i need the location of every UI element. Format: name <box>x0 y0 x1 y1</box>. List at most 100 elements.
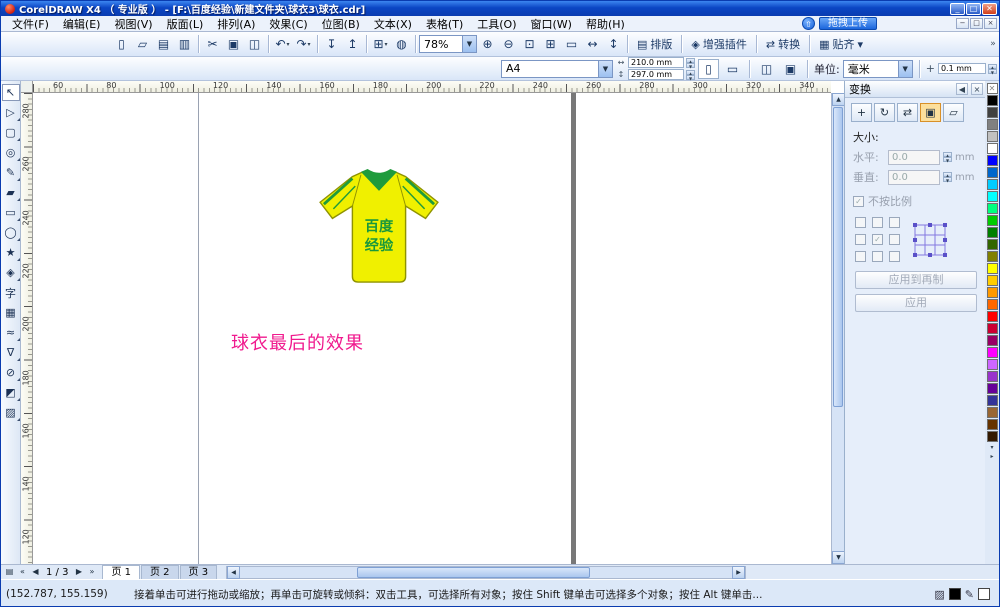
color-swatch[interactable] <box>987 191 998 202</box>
anchor-checkbox[interactable] <box>889 234 900 245</box>
save-button[interactable]: ▤ <box>153 34 174 54</box>
page-tab-页2[interactable]: 页 2 <box>141 565 179 579</box>
scroll-left-button[interactable]: ◀ <box>227 566 240 579</box>
transform-size-button[interactable]: ▣ <box>920 103 941 122</box>
smart-fill-tool[interactable]: ▰ <box>2 184 20 201</box>
document-restore-button[interactable]: □ <box>970 18 983 29</box>
apply-to-duplicate-button[interactable]: 应用到再制 <box>855 271 977 289</box>
color-swatch[interactable] <box>987 371 998 382</box>
menu-item-编[interactable]: 编辑(E) <box>56 15 108 33</box>
color-swatch[interactable] <box>987 251 998 262</box>
docker-collapse-button[interactable]: ◀ <box>956 83 968 95</box>
color-swatch[interactable] <box>987 167 998 178</box>
apply-all-pages-button[interactable]: ◫ <box>756 59 777 79</box>
color-swatch[interactable] <box>987 131 998 142</box>
color-swatch[interactable] <box>987 347 998 358</box>
color-swatch[interactable] <box>987 287 998 298</box>
last-page-button[interactable]: » <box>85 566 98 579</box>
menu-item-位[interactable]: 位图(B) <box>315 15 367 33</box>
color-swatch[interactable] <box>987 95 998 106</box>
anchor-checkbox[interactable] <box>855 251 866 262</box>
transform-skew-button[interactable]: ▱ <box>943 103 964 122</box>
color-swatch[interactable] <box>987 239 998 250</box>
horizontal-scroll-thumb[interactable] <box>357 567 590 578</box>
transform-scale-button[interactable]: ⇄ <box>897 103 918 122</box>
undo-button[interactable]: ↶▾ <box>272 34 293 54</box>
color-swatch[interactable] <box>987 275 998 286</box>
anchor-checkbox[interactable] <box>855 234 866 245</box>
welcome-screen-button[interactable]: ◍ <box>391 34 412 54</box>
zoom-level-select[interactable]: 78% ▼ <box>419 35 477 53</box>
zoom-selected-button[interactable]: ⊡ <box>519 34 540 54</box>
color-swatch[interactable] <box>987 203 998 214</box>
text-tool[interactable]: 字 <box>2 284 20 301</box>
palette-flyout-button[interactable]: ▸ <box>987 452 998 461</box>
transform-position-button[interactable]: + <box>851 103 872 122</box>
drag-upload-button[interactable]: 拖拽上传 <box>819 17 877 30</box>
ellipse-tool[interactable]: ◯ <box>2 224 20 241</box>
docker-close-button[interactable]: × <box>971 83 983 95</box>
palette-scroll-down-button[interactable]: ▾ <box>987 443 998 452</box>
freehand-tool[interactable]: ✎ <box>2 164 20 181</box>
color-swatch[interactable] <box>987 263 998 274</box>
color-swatch[interactable] <box>987 431 998 442</box>
next-page-button[interactable]: ▶ <box>72 566 85 579</box>
fill-tool[interactable]: ◩ <box>2 384 20 401</box>
color-swatch[interactable] <box>987 335 998 346</box>
paper-height-field[interactable]: ↕ 297.0 mm ▲▼ <box>616 69 695 80</box>
pick-tool[interactable]: ↖ <box>2 84 20 101</box>
apply-button[interactable]: 应用 <box>855 294 977 312</box>
color-swatch[interactable] <box>987 383 998 394</box>
anchor-checkbox[interactable]: ✓ <box>872 234 883 245</box>
anchor-checkbox[interactable] <box>872 251 883 262</box>
color-swatch[interactable] <box>987 323 998 334</box>
color-swatch[interactable] <box>987 299 998 310</box>
horizontal-scrollbar[interactable]: ◀ ▶ <box>226 566 746 579</box>
basic-shapes-tool[interactable]: ◈ <box>2 264 20 281</box>
anchor-checkbox[interactable] <box>872 217 883 228</box>
scroll-right-button[interactable]: ▶ <box>732 566 745 579</box>
anchor-checkbox[interactable] <box>889 217 900 228</box>
menu-item-窗[interactable]: 窗口(W) <box>524 15 579 33</box>
open-button[interactable]: ▱ <box>132 34 153 54</box>
zoom-out-button[interactable]: ⊖ <box>498 34 519 54</box>
color-swatch[interactable] <box>987 407 998 418</box>
snap-button[interactable]: ▦贴齐▾ <box>813 34 869 54</box>
drawing-surface[interactable]: 百度 经验 球衣最后的效果 <box>33 93 831 564</box>
app-launcher-button[interactable]: ⊞▾ <box>370 34 391 54</box>
page-tab-页3[interactable]: 页 3 <box>180 565 218 579</box>
horizontal-spinner[interactable]: ▲▼ <box>943 152 952 162</box>
toolbar-overflow-button[interactable]: » <box>987 34 999 54</box>
vertical-ruler[interactable]: 280260240220200180160140120 <box>21 93 33 564</box>
paste-button[interactable]: ◫ <box>244 34 265 54</box>
minimize-button[interactable]: _ <box>950 3 965 15</box>
vertical-spinner[interactable]: ▲▼ <box>943 172 952 182</box>
menu-item-文[interactable]: 文本(X) <box>367 15 419 33</box>
export-button[interactable]: ↥ <box>342 34 363 54</box>
outline-tool[interactable]: ⊘ <box>2 364 20 381</box>
copy-button[interactable]: ▣ <box>223 34 244 54</box>
upload-icon[interactable]: ⇧ <box>802 17 815 30</box>
menu-item-表[interactable]: 表格(T) <box>419 15 470 33</box>
no-color-swatch[interactable]: ✕ <box>987 83 998 94</box>
interactive-fill-tool[interactable]: ▨ <box>2 404 20 421</box>
plugins-button[interactable]: ◈增强插件 <box>685 34 752 54</box>
anchor-checkbox[interactable] <box>889 251 900 262</box>
ruler-origin-button[interactable] <box>21 81 33 93</box>
paper-height-spinner[interactable]: ▲▼ <box>686 70 695 80</box>
page-tab-页1[interactable]: 页 1 <box>102 565 140 579</box>
jersey-graphic[interactable]: 百度 经验 <box>303 163 455 308</box>
color-swatch[interactable] <box>987 227 998 238</box>
color-swatch[interactable] <box>987 179 998 190</box>
anchor-checkbox[interactable] <box>855 217 866 228</box>
nudge-spinner[interactable]: ▲▼ <box>988 64 997 74</box>
zoom-page-button[interactable]: ▭ <box>561 34 582 54</box>
color-swatch[interactable] <box>987 107 998 118</box>
menu-item-效[interactable]: 效果(C) <box>262 15 314 33</box>
close-button[interactable]: ✕ <box>982 3 997 15</box>
redo-button[interactable]: ↷▾ <box>293 34 314 54</box>
horizontal-ruler[interactable]: 6080100120140160180200220240260280300320… <box>33 81 831 93</box>
transform-rotate-button[interactable]: ↻ <box>874 103 895 122</box>
color-swatch[interactable] <box>987 215 998 226</box>
nonproportional-checkbox[interactable]: ✓ <box>853 196 864 207</box>
